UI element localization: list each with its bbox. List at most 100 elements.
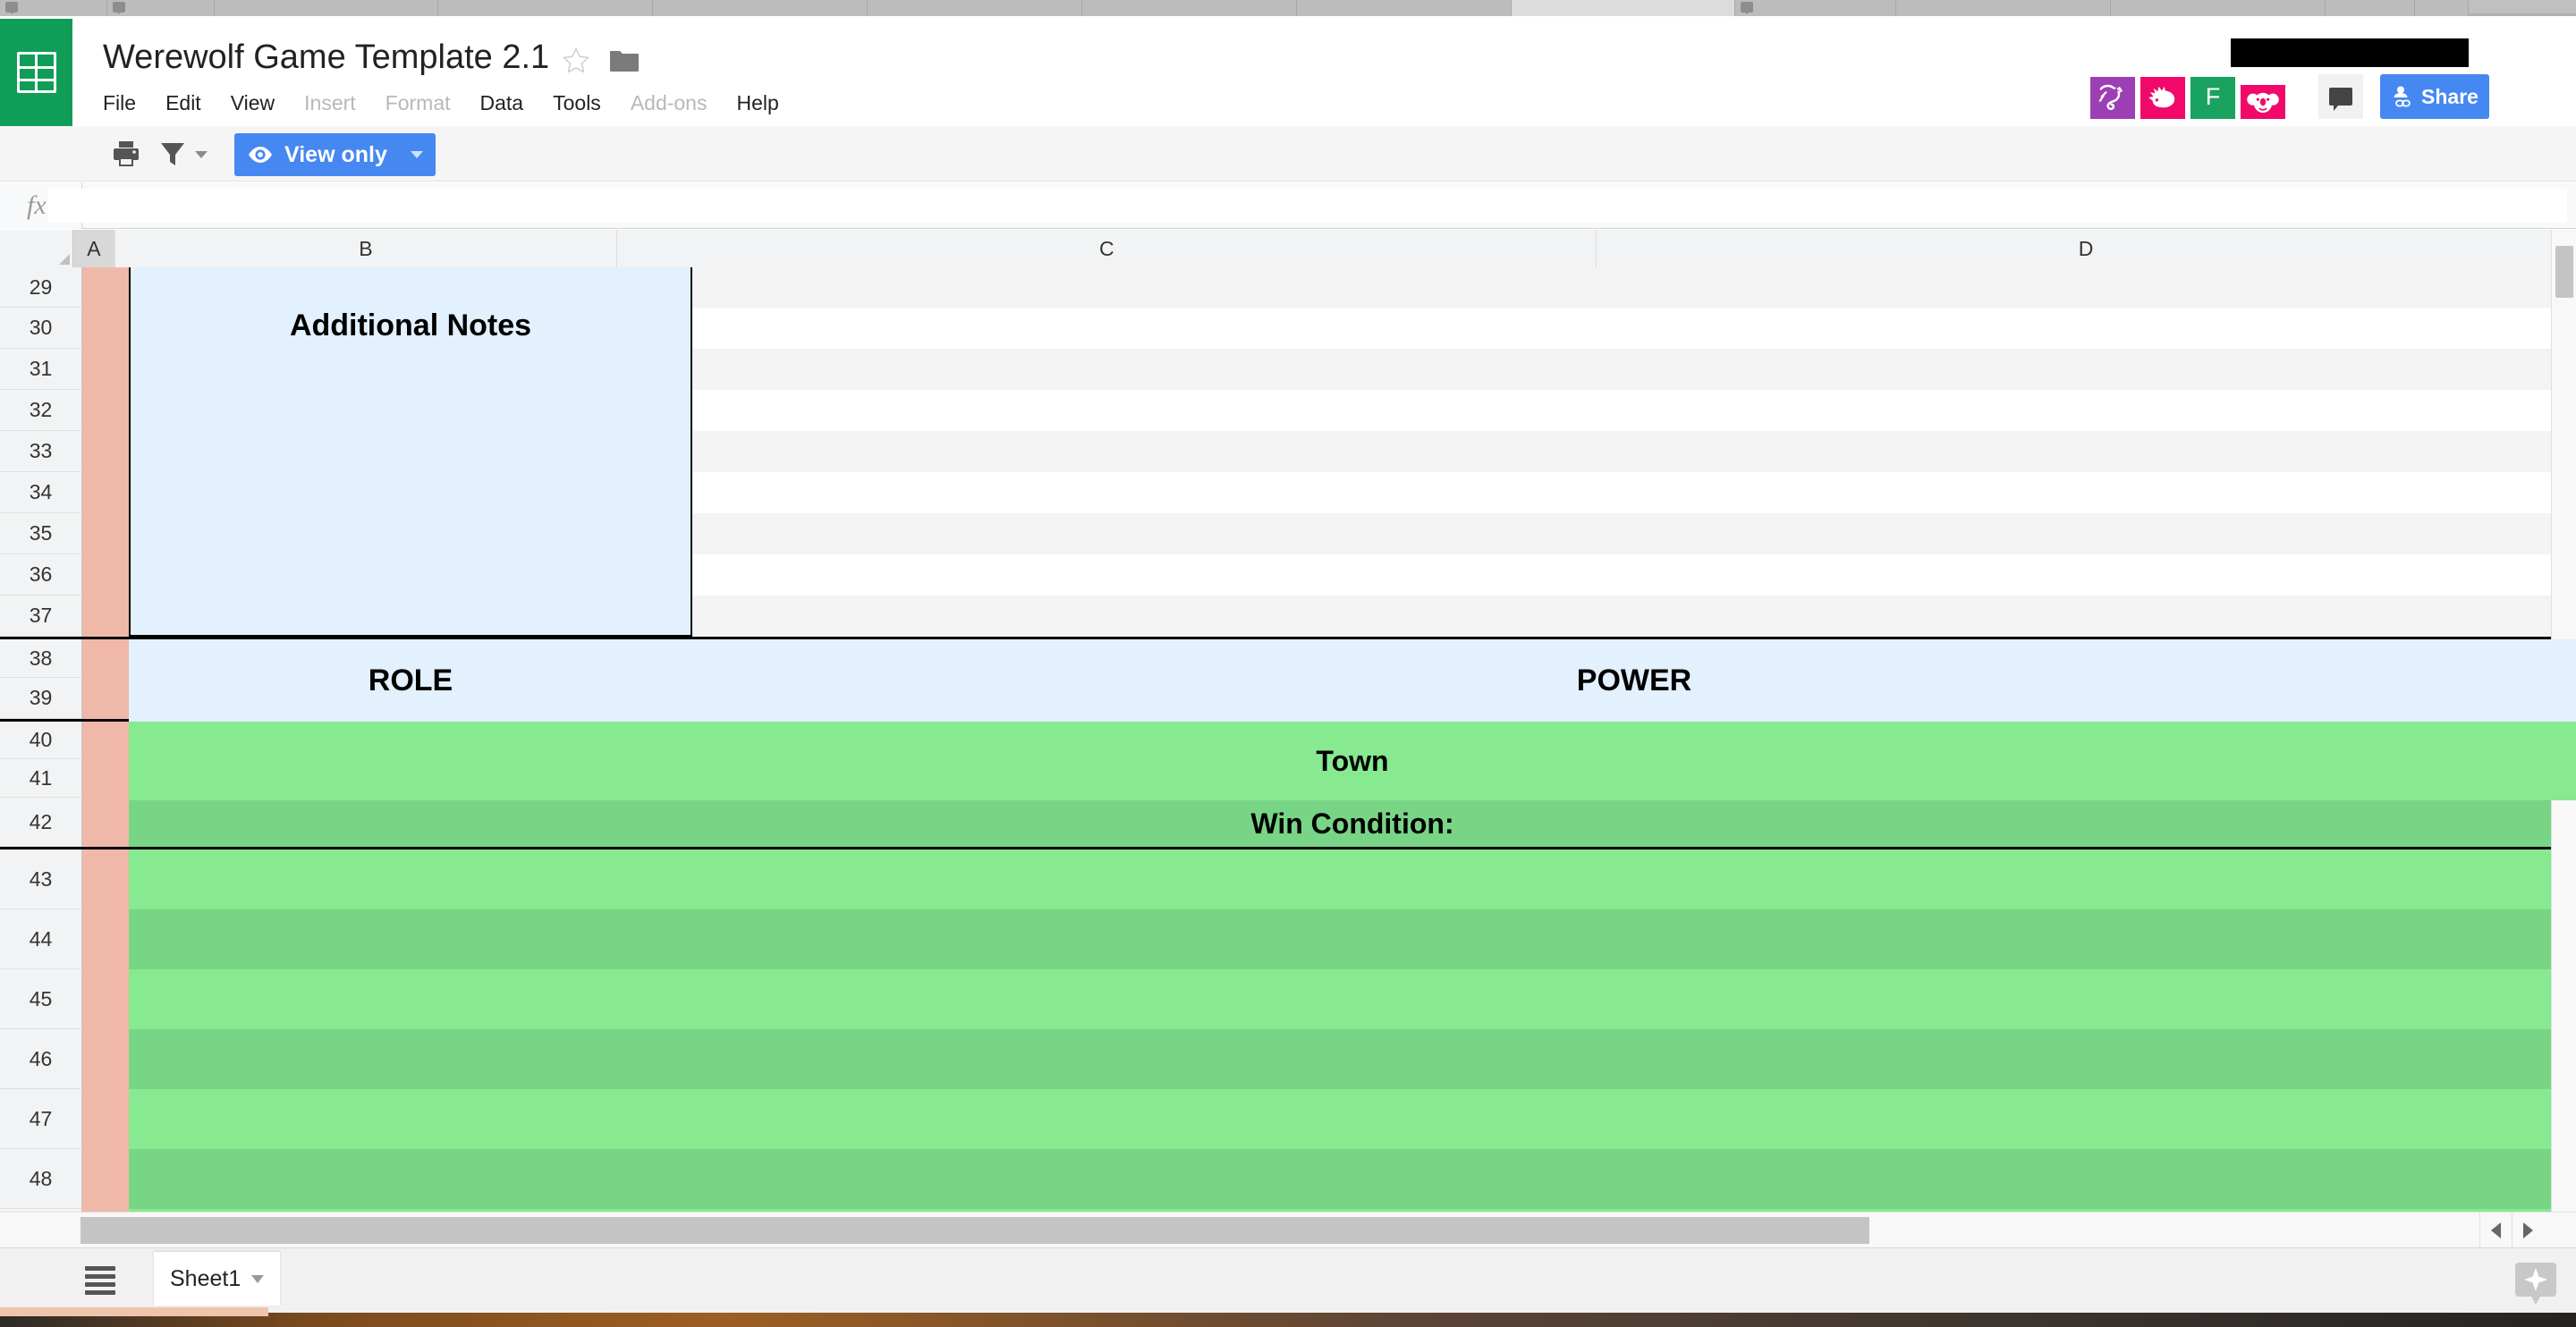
- row-header-41[interactable]: 41: [0, 759, 82, 798]
- row-header-45[interactable]: 45: [0, 969, 82, 1029]
- star-icon[interactable]: [561, 46, 591, 76]
- cell-a43[interactable]: [82, 849, 129, 909]
- browser-tab-12[interactable]: [2326, 0, 2415, 16]
- cell-b48[interactable]: [129, 1149, 2576, 1209]
- browser-tab-9[interactable]: [1735, 0, 1896, 16]
- cell-a30[interactable]: [82, 308, 129, 349]
- row-header-30[interactable]: 30: [0, 308, 82, 349]
- menu-tools[interactable]: Tools: [553, 89, 616, 118]
- browser-tab-3[interactable]: [438, 0, 653, 16]
- horizontal-scrollbar[interactable]: [0, 1212, 2576, 1248]
- column-header-a[interactable]: A: [73, 230, 115, 267]
- browser-tab-13[interactable]: [2415, 0, 2469, 16]
- cell-a35[interactable]: [82, 513, 129, 554]
- all-sheets-icon[interactable]: [85, 1266, 115, 1297]
- formula-input[interactable]: [48, 188, 2567, 223]
- cell-a44[interactable]: [82, 909, 129, 969]
- row-header-47[interactable]: 47: [0, 1089, 82, 1149]
- hedgehog-avatar[interactable]: [2140, 74, 2185, 119]
- select-all-corner[interactable]: [0, 230, 74, 267]
- cell-c38-power-header[interactable]: POWER: [692, 639, 2576, 722]
- chevron-down-icon[interactable]: [251, 1274, 265, 1283]
- cell-a41[interactable]: [82, 759, 129, 798]
- document-title[interactable]: Werewolf Game Template 2.1: [103, 38, 549, 77]
- comment-button[interactable]: [2318, 74, 2363, 119]
- browser-tab-11[interactable]: [2111, 0, 2326, 16]
- share-button[interactable]: Share: [2380, 74, 2489, 119]
- browser-tab-5[interactable]: [868, 0, 1082, 16]
- cell-a45[interactable]: [82, 969, 129, 1029]
- cell-c35[interactable]: [692, 513, 2576, 554]
- row-header-43[interactable]: 43: [0, 849, 82, 909]
- view-only-caret-icon[interactable]: [410, 151, 423, 158]
- row-header-40[interactable]: 40: [0, 722, 82, 759]
- row-header-42[interactable]: 42: [0, 798, 82, 847]
- chameleon-avatar[interactable]: [2090, 74, 2135, 119]
- cell-b38-role-header[interactable]: ROLE: [129, 639, 692, 722]
- vertical-scrollbar-thumb[interactable]: [2555, 246, 2573, 298]
- cell-b40-town[interactable]: Town: [129, 722, 2576, 800]
- column-header-c[interactable]: C: [617, 230, 1597, 267]
- cell-c34[interactable]: [692, 472, 2576, 513]
- row-header-34[interactable]: 34: [0, 472, 82, 513]
- cell-a37[interactable]: [82, 596, 129, 637]
- explore-button[interactable]: [2515, 1261, 2556, 1307]
- row-header-39[interactable]: 39: [0, 678, 82, 719]
- cell-b47[interactable]: [129, 1089, 2576, 1149]
- cell-c29[interactable]: [692, 267, 2576, 308]
- cell-c37[interactable]: [692, 596, 2576, 637]
- browser-tab-6[interactable]: [1082, 0, 1297, 16]
- cell-c31[interactable]: [692, 349, 2576, 390]
- browser-tab-10[interactable]: [1896, 0, 2111, 16]
- horizontal-scrollbar-thumb[interactable]: [80, 1217, 1869, 1244]
- menu-view[interactable]: View: [231, 89, 290, 118]
- cell-c30[interactable]: [692, 308, 2576, 349]
- cell-a36[interactable]: [82, 554, 129, 596]
- cell-c33[interactable]: [692, 431, 2576, 472]
- cell-a46[interactable]: [82, 1029, 129, 1089]
- menu-file[interactable]: File: [103, 89, 151, 118]
- browser-tab-4[interactable]: [653, 0, 868, 16]
- cell-a39[interactable]: [82, 678, 129, 719]
- row-header-31[interactable]: 31: [0, 349, 82, 390]
- letter-f-avatar[interactable]: F: [2190, 74, 2235, 119]
- view-only-button[interactable]: View only: [234, 133, 436, 176]
- menu-edit[interactable]: Edit: [165, 89, 216, 118]
- cell-b42-win-condition[interactable]: Win Condition:: [129, 798, 2576, 847]
- scroll-left-button[interactable]: [2479, 1213, 2512, 1248]
- cell-b44[interactable]: [129, 909, 2576, 969]
- browser-tab-2[interactable]: [215, 0, 438, 16]
- cell-a33[interactable]: [82, 431, 129, 472]
- cell-a34[interactable]: [82, 472, 129, 513]
- menu-data[interactable]: Data: [480, 89, 539, 118]
- filter-icon[interactable]: [159, 139, 186, 169]
- print-icon[interactable]: [111, 139, 141, 169]
- row-header-38[interactable]: 38: [0, 639, 82, 678]
- row-header-32[interactable]: 32: [0, 390, 82, 431]
- cell-a31[interactable]: [82, 349, 129, 390]
- row-header-44[interactable]: 44: [0, 909, 82, 969]
- google-sheets-logo[interactable]: [0, 19, 72, 126]
- cell-b29-additional-notes[interactable]: Additional Notes: [129, 267, 692, 637]
- koala-avatar[interactable]: [2241, 74, 2285, 119]
- cell-a48[interactable]: [82, 1149, 129, 1209]
- cell-a38[interactable]: [82, 639, 129, 678]
- chevron-down-icon[interactable]: [195, 151, 208, 158]
- cell-c36[interactable]: [692, 554, 2576, 596]
- cell-b43[interactable]: [129, 849, 2576, 909]
- cell-c32[interactable]: [692, 390, 2576, 431]
- cell-b46[interactable]: [129, 1029, 2576, 1089]
- cell-a42[interactable]: [82, 798, 129, 847]
- browser-tab-0[interactable]: [0, 0, 107, 16]
- row-header-35[interactable]: 35: [0, 513, 82, 554]
- column-header-d[interactable]: D: [1597, 230, 2576, 267]
- row-header-48[interactable]: 48: [0, 1149, 82, 1209]
- column-header-b[interactable]: B: [114, 230, 618, 267]
- row-header-36[interactable]: 36: [0, 554, 82, 596]
- cell-a40[interactable]: [82, 722, 129, 759]
- browser-tab-8[interactable]: [1512, 0, 1735, 16]
- cell-a32[interactable]: [82, 390, 129, 431]
- menu-help[interactable]: Help: [736, 89, 793, 118]
- sheet-tab-sheet1[interactable]: Sheet1: [154, 1252, 281, 1306]
- row-header-33[interactable]: 33: [0, 431, 82, 472]
